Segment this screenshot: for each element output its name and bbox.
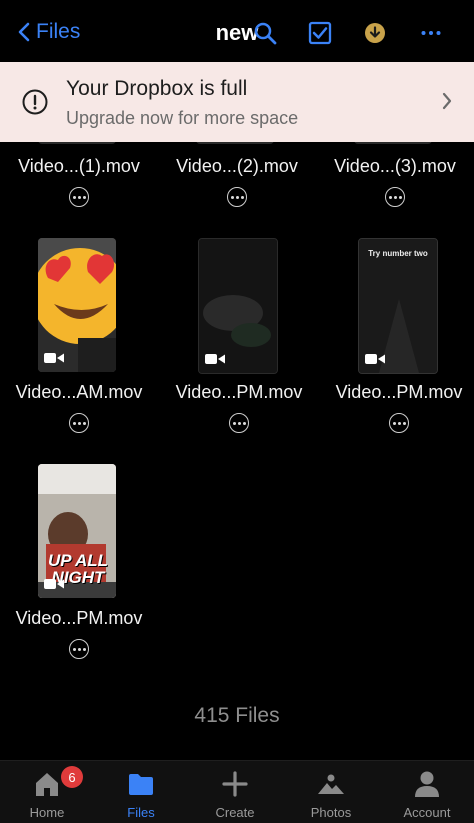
file-more-button[interactable] bbox=[69, 413, 89, 433]
photos-icon bbox=[318, 774, 344, 794]
storage-full-banner[interactable]: Your Dropbox is full Upgrade now for mor… bbox=[0, 62, 474, 142]
file-name: Video...PM.mov bbox=[15, 608, 143, 628]
file-name: Video...(2).mov bbox=[176, 156, 298, 176]
offline-download-button[interactable] bbox=[361, 19, 389, 47]
file-count: 415 Files bbox=[194, 704, 280, 727]
folder-icon bbox=[129, 774, 153, 795]
file-name: Video...AM.mov bbox=[15, 382, 143, 402]
tab-label: Account bbox=[403, 805, 451, 820]
plus-icon bbox=[222, 771, 248, 797]
select-button[interactable] bbox=[306, 19, 334, 47]
tab-label: Home bbox=[29, 805, 65, 820]
tab-home[interactable]: 6 Home bbox=[0, 761, 94, 823]
file-name: Video...(1).mov bbox=[18, 156, 140, 176]
chevron-left-icon bbox=[18, 22, 30, 42]
search-icon bbox=[254, 22, 277, 45]
tab-label: Files bbox=[127, 805, 155, 820]
file-more-button[interactable] bbox=[229, 413, 249, 433]
back-button[interactable]: Files bbox=[18, 18, 80, 46]
download-icon bbox=[365, 23, 385, 43]
video-thumbnail[interactable]: Try number two bbox=[358, 238, 438, 374]
video-thumbnail[interactable] bbox=[198, 238, 278, 374]
warning-icon bbox=[22, 89, 48, 115]
search-button[interactable] bbox=[251, 19, 279, 47]
video-camera-icon bbox=[44, 353, 64, 363]
select-checkbox-icon bbox=[308, 21, 332, 45]
notification-badge: 6 bbox=[61, 766, 83, 788]
tab-files[interactable]: Files bbox=[94, 761, 188, 823]
thumbnail-caption: Try number two bbox=[368, 249, 428, 258]
chevron-right-icon bbox=[442, 92, 452, 110]
file-more-button[interactable] bbox=[389, 413, 409, 433]
video-camera-icon bbox=[365, 354, 385, 364]
top-bar: Files new bbox=[0, 0, 474, 62]
back-label: Files bbox=[36, 20, 81, 43]
file-name: Video...(3).mov bbox=[334, 156, 456, 176]
file-more-button[interactable] bbox=[69, 639, 89, 659]
banner-subtitle: Upgrade now for more space bbox=[66, 108, 299, 128]
file-grid: Video...(1).mov Video...(2).mov Video...… bbox=[0, 142, 474, 760]
banner-title: Your Dropbox is full bbox=[66, 77, 248, 100]
account-icon bbox=[415, 771, 439, 797]
video-thumbnail[interactable]: UP ALL NIGHT bbox=[38, 464, 116, 598]
tab-photos[interactable]: Photos bbox=[284, 761, 378, 823]
tab-create[interactable]: Create bbox=[188, 761, 282, 823]
video-thumbnail[interactable] bbox=[354, 142, 432, 144]
tab-account[interactable]: Account bbox=[380, 761, 474, 823]
tab-bar: 6 Home Files Create Photos Account bbox=[0, 760, 474, 823]
more-icon bbox=[421, 31, 441, 35]
video-camera-icon bbox=[205, 354, 225, 364]
file-name: Video...PM.mov bbox=[175, 382, 303, 402]
tab-label: Photos bbox=[310, 805, 352, 820]
tab-label: Create bbox=[215, 805, 255, 820]
file-name: Video...PM.mov bbox=[335, 382, 463, 402]
video-thumbnail[interactable] bbox=[38, 238, 116, 372]
more-options-button[interactable] bbox=[417, 19, 445, 47]
video-camera-icon bbox=[44, 579, 64, 589]
file-more-button[interactable] bbox=[69, 187, 89, 207]
video-thumbnail[interactable] bbox=[38, 142, 116, 144]
file-more-button[interactable] bbox=[227, 187, 247, 207]
file-more-button[interactable] bbox=[385, 187, 405, 207]
home-icon bbox=[36, 773, 58, 796]
video-thumbnail[interactable] bbox=[196, 142, 274, 144]
